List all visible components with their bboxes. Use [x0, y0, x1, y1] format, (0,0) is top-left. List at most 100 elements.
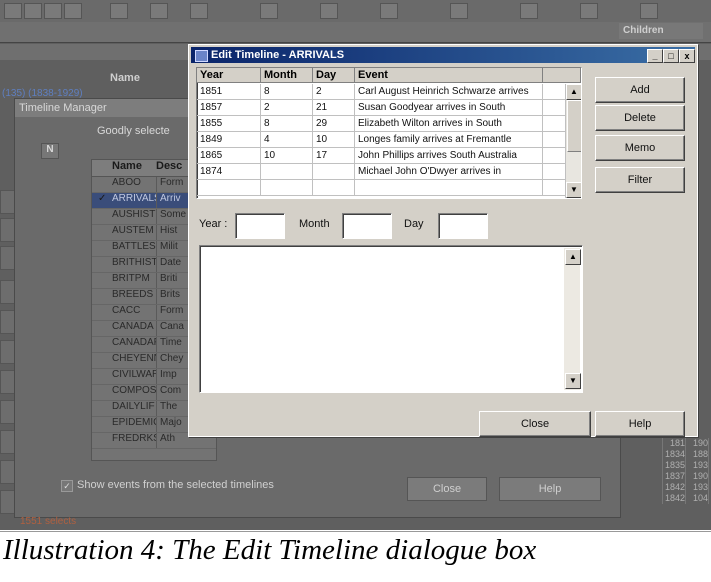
- scroll-down-icon[interactable]: ▼: [566, 182, 581, 198]
- timeline-manager-help-button[interactable]: Help: [499, 477, 601, 501]
- day-field[interactable]: [438, 213, 488, 239]
- toolbar-button[interactable]: [260, 3, 278, 19]
- toolbar-button[interactable]: [4, 3, 22, 19]
- event-day-cell[interactable]: [313, 164, 355, 180]
- toolbar-button[interactable]: [24, 3, 42, 19]
- event-year-cell[interactable]: 1874: [197, 164, 261, 180]
- event-month-cell[interactable]: [261, 180, 313, 196]
- timeline-list-name-header[interactable]: Name: [92, 160, 152, 176]
- background-grid-cell: 1842: [664, 493, 686, 504]
- memo-button[interactable]: Memo: [595, 135, 685, 161]
- events-grid-scrollbar[interactable]: [565, 84, 581, 198]
- maximize-button[interactable]: □: [663, 49, 679, 63]
- event-month-cell[interactable]: [261, 164, 313, 180]
- timeline-name: CACC: [112, 305, 141, 316]
- toolbar-button[interactable]: [380, 3, 398, 19]
- event-column-header[interactable]: Event: [355, 68, 543, 83]
- event-month-cell[interactable]: 4: [261, 132, 313, 148]
- toolbar-button[interactable]: [190, 3, 208, 19]
- event-day-cell[interactable]: [313, 180, 355, 196]
- timeline-checkbox[interactable]: ✓: [98, 193, 106, 204]
- close-button[interactable]: Close: [479, 411, 591, 437]
- memo-scroll-down-icon[interactable]: ▼: [565, 373, 581, 389]
- toolbar-button[interactable]: [64, 3, 82, 19]
- timeline-manager-subtitle: Goodly selecte: [97, 125, 170, 137]
- event-day-cell[interactable]: 10: [313, 132, 355, 148]
- event-day-cell[interactable]: 2: [313, 84, 355, 100]
- timeline-name: DAILYLIF: [112, 401, 155, 412]
- background-grid-cell: 1834: [664, 449, 686, 460]
- minimize-button[interactable]: _: [647, 49, 663, 63]
- toolbar-button[interactable]: [520, 3, 538, 19]
- toolbar-button[interactable]: [320, 3, 338, 19]
- toolbar-button[interactable]: [150, 3, 168, 19]
- toolbar-button[interactable]: [580, 3, 598, 19]
- background-grid-cell: 190: [686, 438, 709, 449]
- event-year-cell[interactable]: 1849: [197, 132, 261, 148]
- filter-button[interactable]: Filter: [595, 167, 685, 193]
- background-footer-text: 1551 selects: [20, 516, 77, 527]
- event-row[interactable]: 1857 2 21 Susan Goodyear arrives in South: [197, 100, 581, 116]
- toolbar-button[interactable]: [44, 3, 62, 19]
- events-grid-header: Year Month Day Event: [197, 68, 581, 84]
- event-year-cell[interactable]: 1851: [197, 84, 261, 100]
- year-field[interactable]: [235, 213, 285, 239]
- delete-button[interactable]: Delete: [595, 105, 685, 131]
- event-year-cell[interactable]: [197, 180, 261, 196]
- event-month-cell[interactable]: 10: [261, 148, 313, 164]
- event-month-cell[interactable]: 2: [261, 100, 313, 116]
- scroll-up-icon[interactable]: ▲: [566, 84, 581, 100]
- day-column-header[interactable]: Day: [313, 68, 355, 83]
- close-icon[interactable]: x: [679, 49, 695, 63]
- event-day-cell[interactable]: 29: [313, 116, 355, 132]
- event-month-cell[interactable]: 8: [261, 116, 313, 132]
- background-grid-cell: 1837: [664, 471, 686, 482]
- event-event-cell[interactable]: John Phillips arrives South Australia: [355, 148, 543, 164]
- dialog-title-bar[interactable]: Edit Timeline - ARRIVALS _ □ x: [191, 47, 695, 63]
- timeline-name: EPIDEMIC: [112, 417, 156, 428]
- app-toolbar: [0, 0, 711, 23]
- scrollbar-thumb[interactable]: [567, 100, 581, 152]
- event-event-cell[interactable]: Michael John O'Dwyer arrives in: [355, 164, 543, 180]
- background-grid-cell: 188: [686, 449, 709, 460]
- event-row[interactable]: 1865 10 17 John Phillips arrives South Aust…: [197, 148, 581, 164]
- show-events-checkbox[interactable]: ✓: [61, 480, 73, 492]
- event-event-cell[interactable]: [355, 180, 543, 196]
- event-row[interactable]: 1874 Michael John O'Dwyer arrives in: [197, 164, 581, 180]
- event-year-cell[interactable]: 1855: [197, 116, 261, 132]
- show-events-option[interactable]: ✓ Show events from the selected timelines: [61, 479, 274, 492]
- memo-scroll-up-icon[interactable]: ▲: [565, 249, 581, 265]
- event-month-cell[interactable]: 8: [261, 84, 313, 100]
- event-day-cell[interactable]: 17: [313, 148, 355, 164]
- toolbar-button[interactable]: [110, 3, 128, 19]
- year-column-header[interactable]: Year: [197, 68, 261, 83]
- event-event-cell[interactable]: Elizabeth Wilton arrives in South: [355, 116, 543, 132]
- event-day-cell[interactable]: 21: [313, 100, 355, 116]
- event-row[interactable]: 1851 8 2 Carl August Heinrich Schwarze arri…: [197, 84, 581, 100]
- caption-divider: [0, 531, 711, 532]
- help-button[interactable]: Help: [595, 411, 685, 437]
- month-field[interactable]: [342, 213, 392, 239]
- timeline-name: BREEDS: [112, 289, 154, 300]
- memo-scrollbar[interactable]: ▲ ▼: [564, 248, 581, 390]
- timeline-name: CANADA: [112, 321, 154, 332]
- background-grid-cell: [640, 471, 663, 482]
- timeline-manager-close-button[interactable]: Close: [407, 477, 487, 501]
- add-button[interactable]: Add: [595, 77, 685, 103]
- event-event-cell[interactable]: Carl August Heinrich Schwarze arrives: [355, 84, 543, 100]
- event-year-cell[interactable]: 1865: [197, 148, 261, 164]
- day-label: Day: [404, 218, 424, 230]
- timeline-name: AUSHIST: [112, 209, 156, 220]
- event-event-cell[interactable]: Longes family arrives at Fremantle: [355, 132, 543, 148]
- event-event-cell[interactable]: Susan Goodyear arrives in South: [355, 100, 543, 116]
- memo-textarea[interactable]: ▲ ▼: [199, 245, 583, 393]
- background-grid-row: 1834 188: [640, 449, 710, 460]
- timeline-name: CIVILWAR: [112, 369, 156, 380]
- toolbar-button[interactable]: [640, 3, 658, 19]
- event-row[interactable]: 1849 4 10 Longes family arrives at Fremantl…: [197, 132, 581, 148]
- month-column-header[interactable]: Month: [261, 68, 313, 83]
- toolbar-button[interactable]: [450, 3, 468, 19]
- event-year-cell[interactable]: 1857: [197, 100, 261, 116]
- event-row[interactable]: [197, 180, 581, 196]
- event-row[interactable]: 1855 8 29 Elizabeth Wilton arrives in South: [197, 116, 581, 132]
